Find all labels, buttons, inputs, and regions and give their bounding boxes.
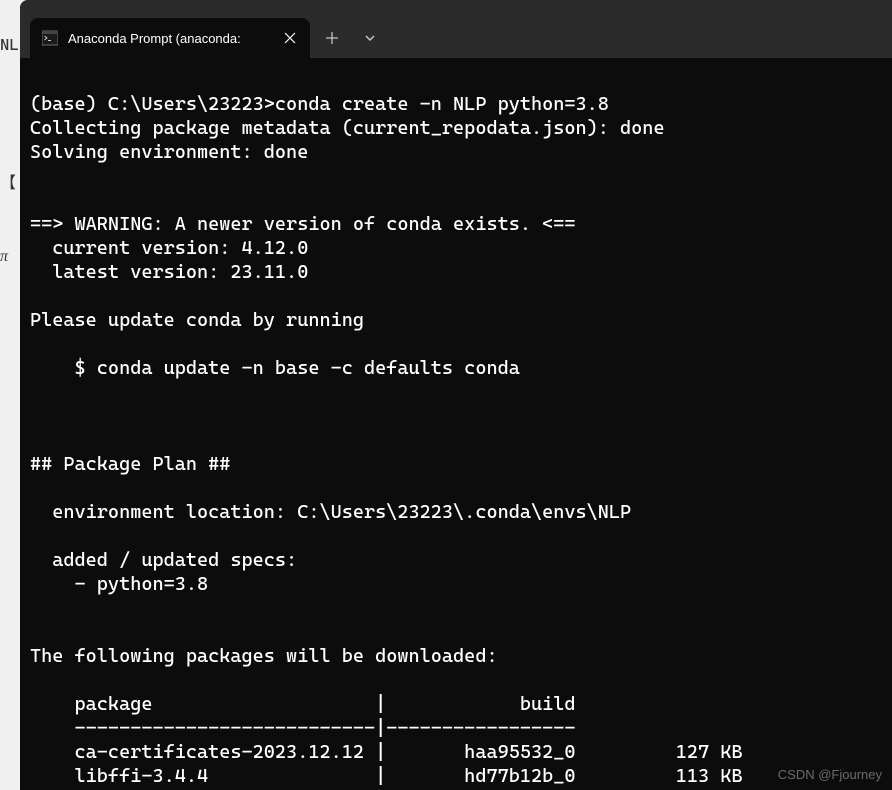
bg-text-2: 【 (0, 169, 20, 193)
bg-text-1: NL (0, 35, 20, 54)
bg-text-3: π (0, 248, 20, 266)
terminal-window: Anaconda Prompt (anaconda: (20, 0, 892, 790)
tab-dropdown-button[interactable] (352, 20, 388, 56)
watermark: CSDN @Fjourney (778, 767, 882, 782)
chevron-down-icon (364, 29, 376, 48)
titlebar: Anaconda Prompt (anaconda: (20, 0, 892, 58)
titlebar-actions (314, 18, 388, 58)
terminal-output[interactable]: (base) C:\Users\23223>conda create -n NL… (20, 58, 892, 790)
tab-title: Anaconda Prompt (anaconda: (68, 31, 270, 46)
background-text: NL 【 π (0, 0, 20, 790)
terminal-icon (42, 30, 58, 46)
tab-active[interactable]: Anaconda Prompt (anaconda: (30, 18, 310, 58)
new-tab-button[interactable] (314, 20, 350, 56)
close-icon[interactable] (280, 28, 300, 48)
